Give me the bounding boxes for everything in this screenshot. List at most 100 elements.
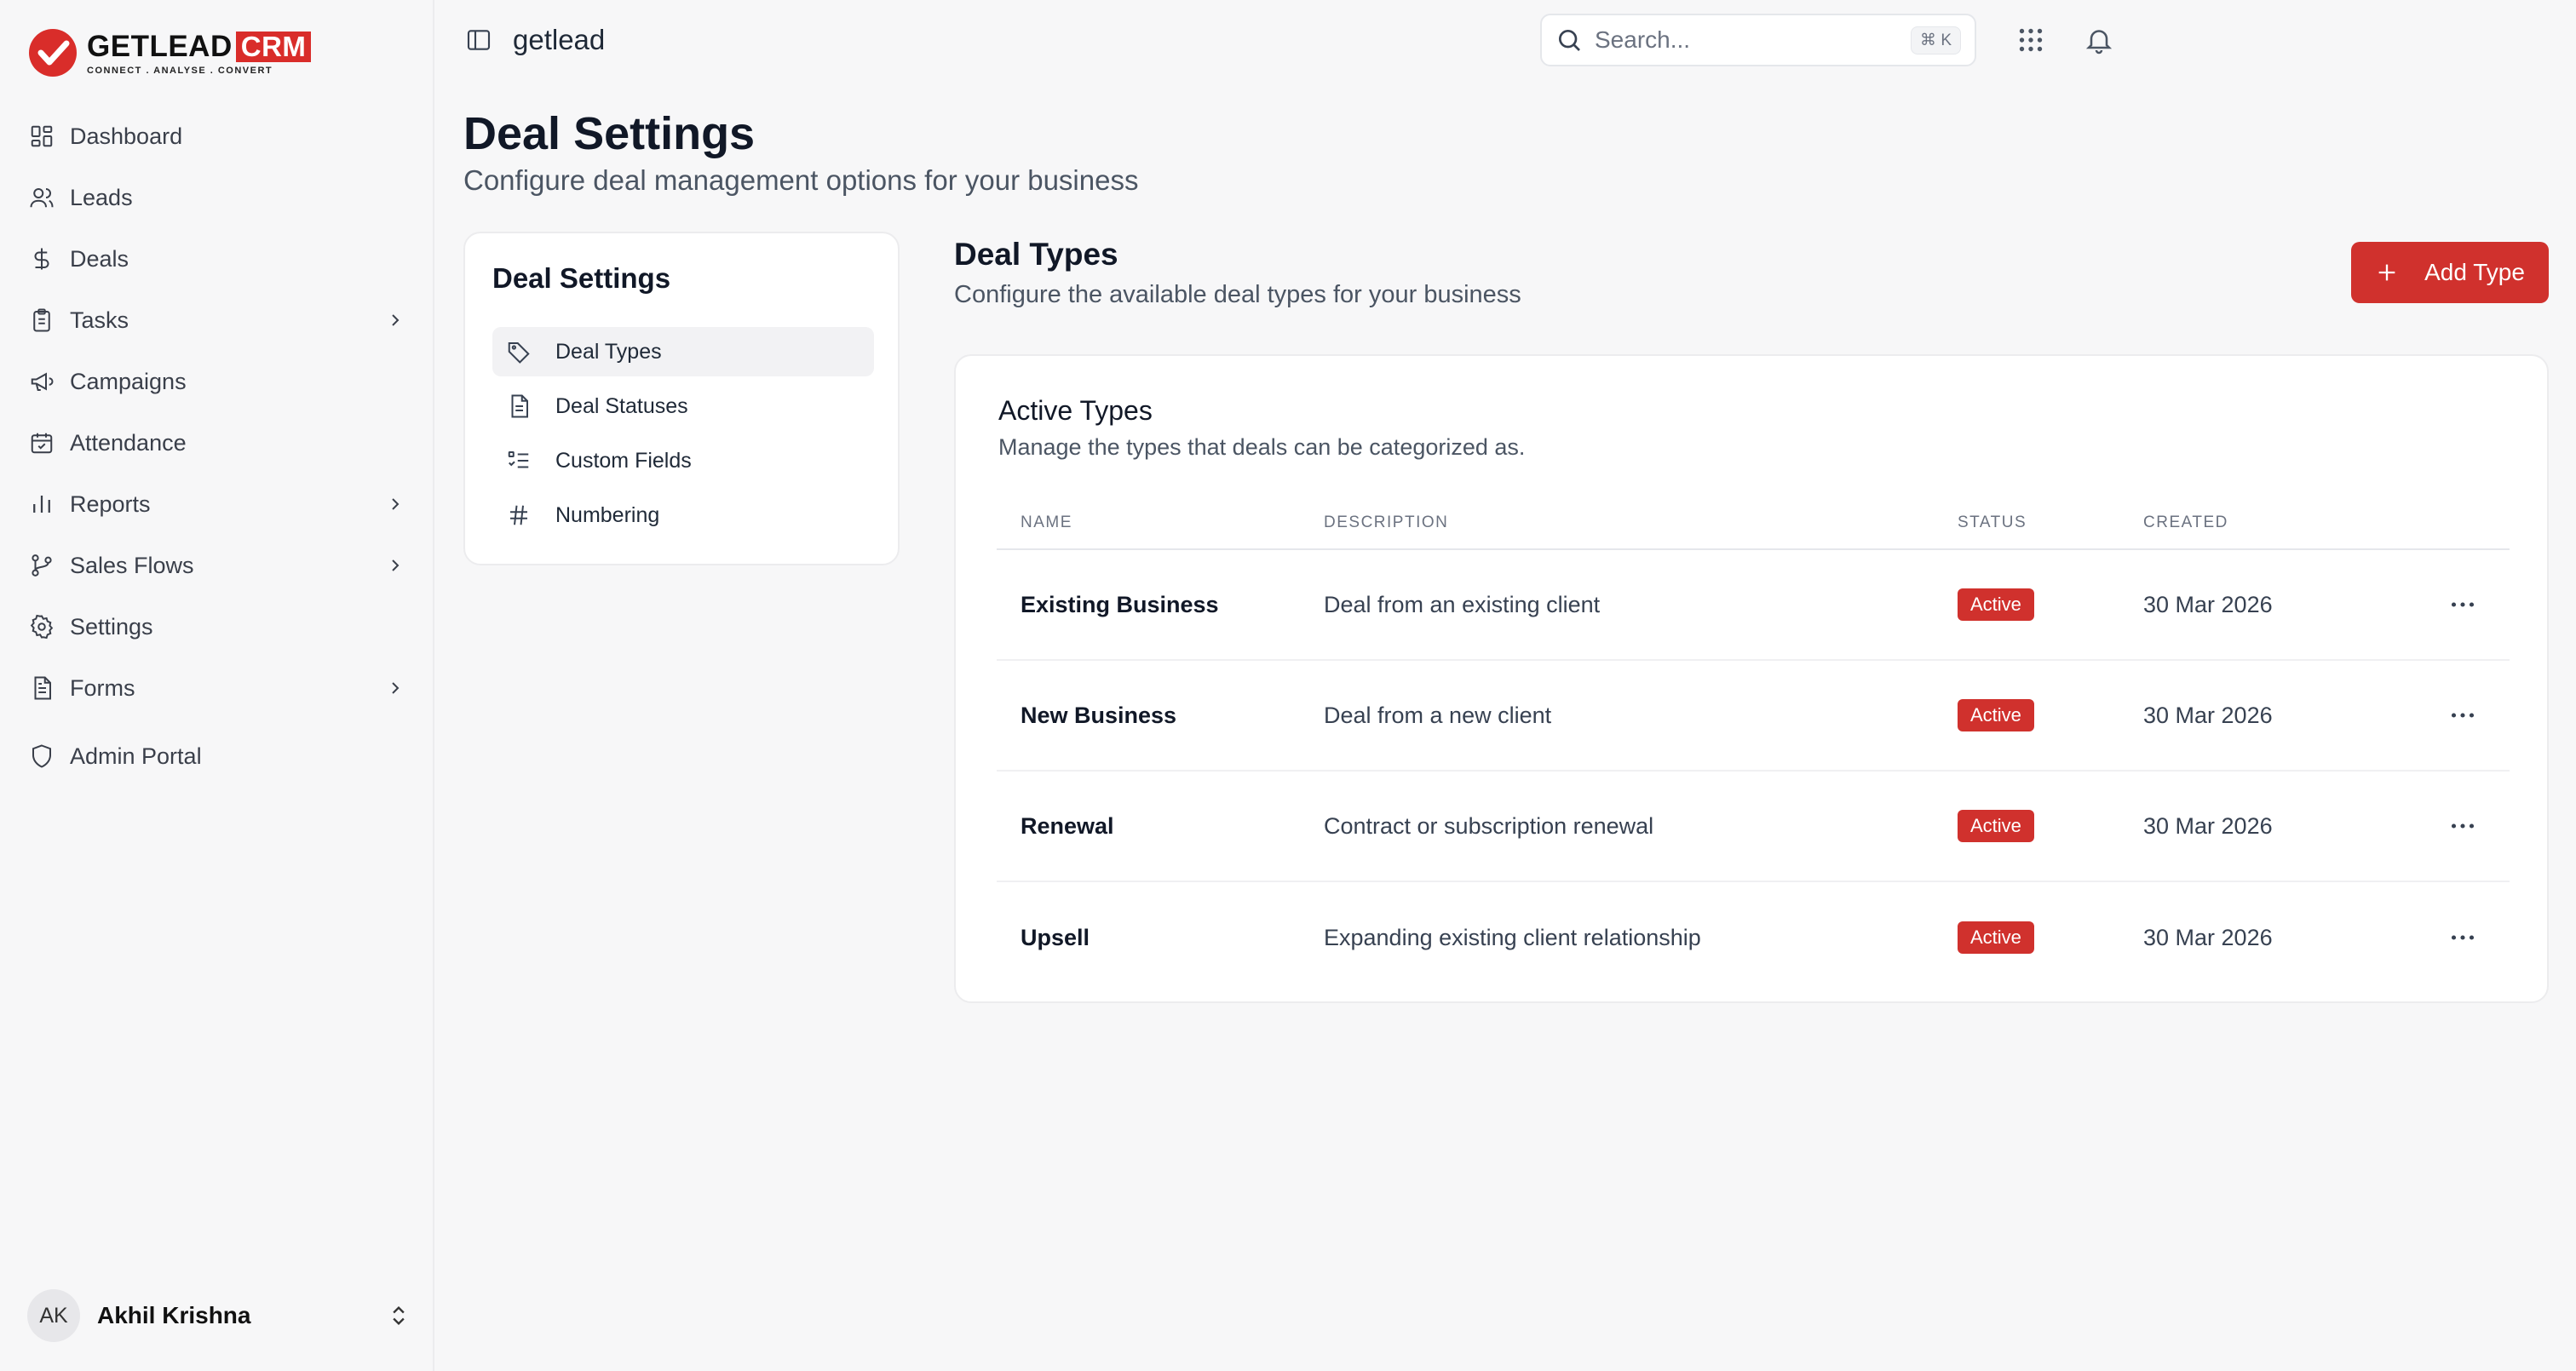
git-branch-icon	[32, 554, 52, 577]
chevron-right-icon	[392, 559, 400, 571]
logo[interactable]: GETLEAD CRM CONNECT . ANALYSE . CONVERT	[27, 27, 312, 78]
bell-icon[interactable]	[2084, 25, 2114, 55]
deal-types-table: NAME DESCRIPTION STATUS CREATED Existing…	[997, 497, 2510, 993]
settings-item-deal-types[interactable]: Deal Types	[492, 327, 874, 376]
type-name: Upsell	[1021, 924, 1090, 950]
sidebar-item-label: Admin Portal	[70, 743, 202, 769]
logo-crm: CRM	[235, 31, 312, 62]
column-header-name: NAME	[1021, 513, 1072, 531]
dollar-icon	[34, 248, 49, 270]
settings-item-label: Deal Types	[555, 339, 662, 364]
plus-icon	[2378, 264, 2395, 281]
page-title: Deal Settings	[463, 108, 756, 159]
sidebar-item-label: Dashboard	[70, 123, 183, 149]
chevron-right-icon	[392, 682, 400, 694]
settings-item-label: Custom Fields	[555, 448, 692, 473]
apps-grid-icon[interactable]	[2015, 25, 2046, 55]
add-type-button[interactable]: Add Type	[2351, 242, 2549, 303]
status-badge: Active	[1958, 588, 2034, 621]
table-row: Renewal Contract or subscription renewal…	[997, 772, 2510, 882]
column-header-created: CREATED	[2143, 513, 2228, 531]
sidebar-item-sales-flows[interactable]: Sales Flows	[17, 535, 417, 596]
sidebar-item-label: Deals	[70, 245, 129, 272]
card-title: Active Types	[998, 395, 1153, 426]
settings-item-label: Numbering	[555, 502, 660, 527]
type-name: New Business	[1021, 702, 1177, 728]
add-type-label: Add Type	[2424, 259, 2525, 285]
grid-icon	[31, 125, 53, 147]
chevrons-up-down-icon	[393, 1306, 405, 1325]
user-menu[interactable]: AK Akhil Krishna	[27, 1288, 411, 1344]
type-description: Deal from a new client	[1324, 702, 1552, 728]
type-description: Expanding existing client relationship	[1324, 924, 1701, 950]
type-name: Renewal	[1021, 812, 1114, 839]
file-text-icon	[34, 676, 51, 700]
bar-chart-icon	[33, 496, 50, 513]
more-horizontal-icon[interactable]	[2447, 700, 2478, 731]
settings-item-numbering[interactable]: Numbering	[492, 490, 874, 540]
sidebar-item-settings[interactable]: Settings	[17, 596, 417, 657]
sidebar-item-tasks[interactable]: Tasks	[17, 290, 417, 351]
created-date: 30 Mar 2026	[2143, 702, 2273, 728]
settings-item-label: Deal Statuses	[555, 393, 688, 418]
card-subtitle: Manage the types that deals can be categ…	[998, 434, 1526, 460]
sidebar-item-label: Forms	[70, 674, 135, 701]
tag-icon	[508, 342, 530, 364]
created-date: 30 Mar 2026	[2143, 924, 2273, 950]
settings-item-deal-statuses[interactable]: Deal Statuses	[492, 381, 874, 431]
settings-item-custom-fields[interactable]: Custom Fields	[492, 436, 874, 485]
type-name: Existing Business	[1021, 591, 1219, 617]
sidebar-item-campaigns[interactable]: Campaigns	[17, 351, 417, 412]
sidebar-item-leads[interactable]: Leads	[17, 167, 417, 228]
megaphone-icon	[31, 372, 54, 391]
more-horizontal-icon[interactable]	[2447, 811, 2478, 841]
settings-nav-card: Deal Settings Deal Types Deal Statuses C…	[463, 232, 900, 565]
sidebar-item-label: Campaigns	[70, 368, 187, 394]
search-input[interactable]	[1595, 26, 1884, 54]
sidebar-item-label: Settings	[70, 613, 153, 640]
topbar: getlead	[436, 0, 2576, 80]
sidebar: GETLEAD CRM CONNECT . ANALYSE . CONVERT …	[0, 0, 434, 1371]
sidebar-item-label: Attendance	[70, 429, 187, 456]
more-horizontal-icon[interactable]	[2447, 922, 2478, 953]
sidebar-item-label: Tasks	[70, 307, 129, 333]
type-description: Deal from an existing client	[1324, 591, 1601, 617]
search-icon	[1559, 30, 1580, 51]
sidebar-item-reports[interactable]: Reports	[17, 473, 417, 535]
search-shortcut: ⌘ K	[1911, 26, 1961, 54]
sidebar-item-label: Sales Flows	[70, 552, 194, 578]
table-header: NAME DESCRIPTION STATUS CREATED	[997, 497, 2510, 550]
table-row: Upsell Expanding existing client relatio…	[997, 882, 2510, 993]
logo-tagline: CONNECT . ANALYSE . CONVERT	[87, 65, 273, 76]
sidebar-item-label: Leads	[70, 184, 133, 210]
status-badge: Active	[1958, 699, 2034, 731]
logo-name: GETLEAD	[87, 29, 233, 63]
sidebar-item-forms[interactable]: Forms	[17, 657, 417, 719]
sidebar-item-admin-portal[interactable]: Admin Portal	[17, 726, 417, 787]
sidebar-item-deals[interactable]: Deals	[17, 228, 417, 290]
created-date: 30 Mar 2026	[2143, 812, 2273, 839]
more-horizontal-icon[interactable]	[2447, 589, 2478, 620]
sidebar-item-attendance[interactable]: Attendance	[17, 412, 417, 473]
calendar-check-icon	[31, 433, 53, 454]
chevron-right-icon	[392, 498, 400, 510]
search-box[interactable]: ⌘ K	[1540, 14, 1976, 66]
section-subtitle: Configure the available deal types for y…	[954, 281, 1521, 308]
sidebar-nav: Dashboard Leads Deals Tasks Campaigns At…	[17, 106, 417, 787]
column-header-status: STATUS	[1958, 513, 2027, 531]
logo-check-icon	[29, 29, 77, 77]
active-types-card: Active Types Manage the types that deals…	[954, 354, 2549, 1003]
column-header-description: DESCRIPTION	[1324, 513, 1449, 531]
hash-icon	[510, 505, 527, 525]
chevron-right-icon	[392, 314, 400, 326]
file-icon	[511, 394, 528, 418]
shield-icon	[32, 744, 51, 768]
sidebar-item-label: Reports	[70, 490, 151, 517]
sidebar-item-dashboard[interactable]: Dashboard	[17, 106, 417, 167]
users-icon	[30, 188, 54, 208]
table-row: Existing Business Deal from an existing …	[997, 550, 2510, 661]
settings-nav-title: Deal Settings	[492, 262, 671, 294]
type-description: Contract or subscription renewal	[1324, 812, 1654, 839]
sidebar-toggle-icon[interactable]	[465, 26, 492, 54]
table-row: New Business Deal from a new client Acti…	[997, 661, 2510, 772]
